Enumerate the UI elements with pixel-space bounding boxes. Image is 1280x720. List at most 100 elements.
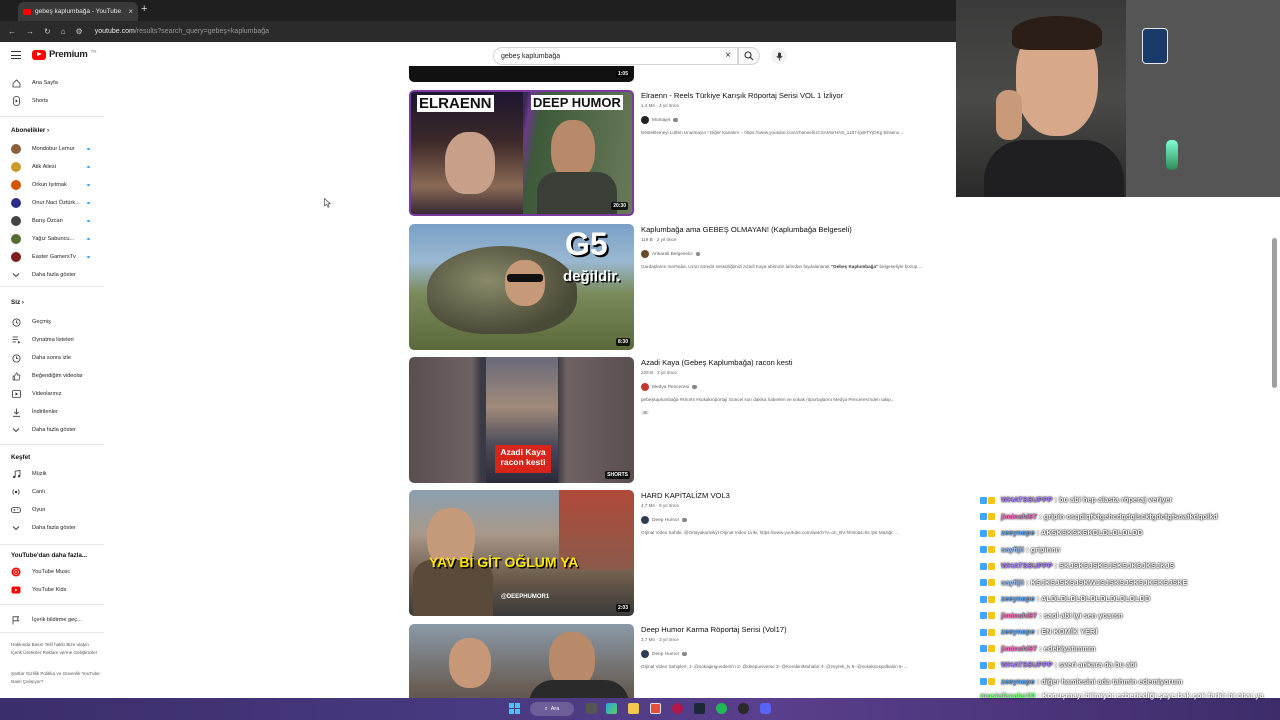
sidebar-item-explore[interactable]: Müzik bbox=[0, 465, 104, 483]
video-result[interactable]: YAV Bİ GİT OĞLUM YA @DEEPHUMOR1 2:03 HAR… bbox=[409, 490, 956, 616]
channel-link[interactable]: Ankarali Belgeselci bbox=[641, 250, 701, 258]
home-icon[interactable]: ⌂ bbox=[61, 27, 66, 36]
webcam-streamer-hair bbox=[1012, 16, 1102, 50]
clear-search-icon[interactable]: × bbox=[725, 50, 731, 61]
sidebar-item-you[interactable]: Oynatma listeleri bbox=[0, 331, 104, 349]
sidebar-item-you[interactable]: Daha sonra izle bbox=[0, 349, 104, 367]
video-description: Orjinal Video Sahibi; @Ortayakarisikyt O… bbox=[641, 530, 899, 535]
youtube-favicon-icon bbox=[23, 8, 31, 15]
spotify-icon[interactable] bbox=[716, 703, 727, 714]
video-result[interactable]: Deep Humor Karma Röportaj Serisi (Vol17)… bbox=[409, 624, 956, 698]
video-title[interactable]: Deep Humor Karma Röportaj Serisi (Vol17) bbox=[641, 625, 787, 634]
subscriptions-heading[interactable]: Abonelikler › bbox=[11, 127, 49, 134]
previous-result-thumbnail[interactable]: 1:05 bbox=[409, 66, 634, 82]
chat-badges-icon bbox=[980, 595, 998, 603]
sidebar-item-subscription[interactable]: Yağız Sabuncu... bbox=[0, 230, 104, 248]
new-tab-icon[interactable]: + bbox=[141, 3, 147, 15]
channel-link[interactable]: Deep Humor bbox=[641, 516, 687, 524]
menu-icon[interactable] bbox=[11, 51, 21, 59]
channel-link[interactable]: Medya Penceresi bbox=[641, 383, 697, 391]
sidebar-item-more-from-youtube[interactable]: YouTube Kids bbox=[0, 581, 104, 599]
sidebar-item-subscription[interactable]: Mondobur Lemur bbox=[0, 140, 104, 158]
avatar bbox=[641, 650, 649, 658]
forward-icon[interactable]: → bbox=[26, 27, 34, 36]
steam-icon[interactable] bbox=[694, 703, 705, 714]
file-explorer-icon[interactable] bbox=[628, 703, 639, 714]
avatar bbox=[11, 216, 21, 226]
site-info-icon[interactable]: ⚙ bbox=[76, 27, 83, 36]
video-thumbnail[interactable]: G5 değildir. 8:30 bbox=[409, 224, 634, 350]
sidebar-item-you[interactable]: Beğendiğim videolar bbox=[0, 367, 104, 385]
video-thumbnail[interactable]: Azadi Kaya racon kesti SHORTS bbox=[409, 357, 634, 483]
video-thumbnail[interactable]: YAV Bİ GİT OĞLUM YA @DEEPHUMOR1 2:03 bbox=[409, 490, 634, 616]
stream-chat: WHATSSUPPP : bu abi hep alasta röperaj v… bbox=[956, 197, 1280, 698]
chevron-down-icon bbox=[11, 523, 21, 533]
youtube-logo[interactable]: Premium TR bbox=[32, 49, 97, 60]
new-content-dot bbox=[87, 219, 90, 223]
reload-icon[interactable]: ↻ bbox=[44, 27, 51, 36]
video-thumbnail[interactable]: ELRAENN DEEP HUMOR 20:30 bbox=[409, 90, 634, 216]
browser-tab[interactable]: gebeş kaplumbağa - YouTube × bbox=[18, 2, 138, 21]
sidebar-item-subscription[interactable]: Orkun Işıtmak bbox=[0, 176, 104, 194]
back-icon[interactable]: ← bbox=[8, 27, 16, 36]
avatar bbox=[11, 180, 21, 190]
search-button[interactable] bbox=[738, 47, 760, 65]
chrome-icon[interactable] bbox=[650, 703, 661, 714]
opera-icon[interactable] bbox=[672, 703, 683, 714]
chat-badges-icon bbox=[980, 645, 998, 653]
taskbar-search[interactable]: ⌕ Ara bbox=[530, 702, 574, 716]
subscriptions-show-more[interactable]: Daha fazla göster bbox=[0, 266, 104, 284]
sidebar-item-explore[interactable]: Oyun bbox=[0, 501, 104, 519]
verified-icon bbox=[692, 384, 697, 390]
channel-link[interactable]: Deep Humor bbox=[641, 650, 687, 658]
video-thumbnail[interactable] bbox=[409, 624, 634, 698]
video-title[interactable]: Elraenn - Reels Türkiye Karışık Röportaj… bbox=[641, 91, 843, 100]
sidebar-item-explore[interactable]: Canlı bbox=[0, 483, 104, 501]
search-input[interactable]: gebeş kaplumbağa × bbox=[493, 47, 738, 65]
video-result[interactable]: ELRAENN DEEP HUMOR 20:30 Elraenn - Reels… bbox=[409, 90, 956, 216]
discord-icon[interactable] bbox=[760, 703, 771, 714]
youtube-kids-icon bbox=[11, 585, 21, 595]
sidebar-item-shorts[interactable]: Shorts bbox=[0, 92, 104, 110]
sidebar-item-you[interactable]: Videolarınız bbox=[0, 385, 104, 403]
sidebar-item-subscription[interactable]: Atik Ailesi bbox=[0, 158, 104, 176]
chat-separator: : bbox=[1037, 511, 1044, 521]
windows-start-icon[interactable] bbox=[509, 703, 520, 714]
new-content-dot bbox=[87, 237, 90, 241]
video-result[interactable]: Azadi Kaya racon kesti SHORTS Azadi Kaya… bbox=[409, 357, 956, 483]
edge-icon[interactable] bbox=[606, 703, 617, 714]
footer-links-secondary[interactable]: Şartlar Gizlilik Politika ve Güvenlik Yo… bbox=[11, 670, 101, 686]
video-title[interactable]: HARD KAPİTALİZM VOL3 bbox=[641, 491, 730, 500]
chat-badges-icon bbox=[980, 612, 998, 620]
voice-search-button[interactable] bbox=[771, 48, 787, 64]
sidebar-item-home[interactable]: Ana Sayfa bbox=[0, 74, 104, 92]
sidebar-item-more-from-youtube[interactable]: YouTube Music bbox=[0, 563, 104, 581]
chat-username: jiminshi97 bbox=[1001, 610, 1038, 620]
channel-link[interactable]: Montajet bbox=[641, 116, 678, 124]
you-heading[interactable]: Siz › bbox=[11, 299, 24, 306]
sidebar-item-you[interactable]: Geçmiş bbox=[0, 313, 104, 331]
footer-links-primary[interactable]: Hakkında Basın Telif hakkı Bize ulaşın İ… bbox=[11, 641, 101, 657]
close-tab-icon[interactable]: × bbox=[128, 7, 133, 16]
chat-separator: : bbox=[1024, 577, 1031, 587]
sidebar-item-you[interactable]: Daha fazla göster bbox=[0, 421, 104, 439]
task-view-icon[interactable] bbox=[586, 703, 597, 714]
video-result[interactable]: G5 değildir. 8:30 Kaplumbağa ama GEBEŞ O… bbox=[409, 224, 956, 350]
chevron-down-icon bbox=[11, 425, 21, 435]
sidebar-item-you[interactable]: İndirilenler bbox=[0, 403, 104, 421]
chat-username: zeeynope bbox=[1001, 528, 1035, 537]
sidebar-item-subscription[interactable]: Easter GamersTv bbox=[0, 248, 104, 266]
address-bar[interactable]: youtube.com/results?search_query=gebeş+k… bbox=[95, 28, 269, 35]
sidebar-item-subscription[interactable]: Barış Özcan bbox=[0, 212, 104, 230]
chat-message: zeeynope : AKSKSKSKSKDLDLDLDLDD bbox=[980, 528, 1143, 537]
chat-message: zeeynope : EN KOMİK YERİ bbox=[980, 627, 1097, 636]
report-history-item[interactable]: İçerik bildirme geç... bbox=[0, 611, 104, 629]
sidebar-item-explore[interactable]: Daha fazla göster bbox=[0, 519, 104, 537]
watch-later-icon bbox=[11, 353, 21, 363]
obs-icon[interactable] bbox=[738, 703, 749, 714]
sidebar-item-subscription[interactable]: Onur Naci Öztürk... bbox=[0, 194, 104, 212]
video-title[interactable]: Azadi Kaya (Gebeş Kaplumbağa) racon kest… bbox=[641, 358, 793, 367]
chevron-down-icon bbox=[11, 270, 21, 280]
chat-text: gripin osqdlqfkfgehcdqdqlsckfgdcfgfsoafk… bbox=[1043, 511, 1218, 521]
video-title[interactable]: Kaplumbağa ama GEBEŞ OLMAYAN! (Kaplumbağ… bbox=[641, 225, 852, 234]
